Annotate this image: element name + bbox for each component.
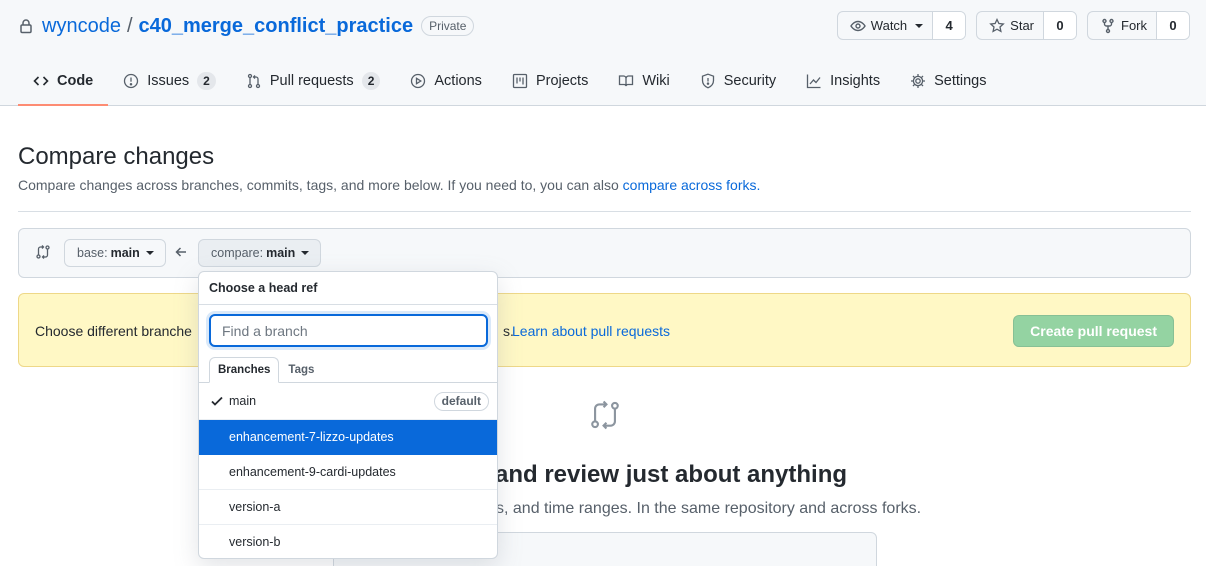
base-prefix: base:	[77, 246, 108, 260]
tab-pull-requests-label: Pull requests	[269, 73, 354, 89]
compare-icon	[35, 244, 51, 260]
range-editor: base: main compare: main	[18, 228, 1191, 278]
compare-prefix: compare:	[211, 246, 264, 260]
tab-issues[interactable]: Issues 2	[108, 57, 231, 105]
page-title: Compare changes	[18, 143, 215, 170]
issues-counter: 2	[197, 72, 216, 90]
check-icon	[210, 394, 224, 408]
fork-count[interactable]: 0	[1157, 12, 1189, 39]
flash-notice: Choose different branche s. Learn about …	[18, 293, 1191, 367]
learn-pull-requests-link[interactable]: Learn about pull requests	[512, 323, 670, 339]
chevron-down-icon	[145, 251, 154, 255]
eye-icon	[849, 18, 866, 34]
head-ref-menu: Choose a head ref Branches Tags main def…	[198, 271, 498, 559]
repo-owner-link[interactable]: wyncode	[42, 15, 121, 38]
page-subtitle-text: Compare changes across branches, commits…	[18, 177, 623, 193]
watch-count[interactable]: 4	[933, 12, 966, 39]
base-value: main	[110, 246, 140, 260]
menu-tabs: Branches Tags	[199, 356, 497, 383]
page-subtitle: Compare changes across branches, commits…	[18, 177, 760, 193]
repo-name-link[interactable]: c40_merge_conflict_practice	[139, 15, 414, 38]
issue-icon	[123, 73, 139, 89]
branch-name: version-b	[229, 535, 281, 549]
flash-text: Choose different branche	[35, 323, 192, 339]
tab-issues-label: Issues	[147, 73, 190, 89]
graph-icon	[806, 73, 822, 89]
play-icon	[410, 73, 426, 89]
pull-request-icon	[246, 73, 262, 89]
fork-icon	[1100, 18, 1116, 34]
tab-projects-label: Projects	[535, 73, 589, 89]
tab-insights[interactable]: Insights	[791, 57, 895, 105]
base-branch-button[interactable]: base: main	[64, 239, 166, 267]
compare-value: main	[266, 246, 296, 260]
star-button[interactable]: Star	[977, 12, 1044, 39]
gear-icon	[910, 73, 926, 89]
branch-list: main default enhancement-7-lizzo-updates…	[199, 383, 497, 558]
watch-button-group: Watch 4	[836, 11, 967, 40]
tab-tags[interactable]: Tags	[279, 357, 323, 383]
menu-filter	[199, 305, 497, 356]
pull-requests-counter: 2	[361, 72, 381, 90]
branch-name: main	[229, 394, 257, 408]
blankslate-text: s, and time ranges. In the same reposito…	[496, 500, 922, 517]
tab-branches[interactable]: Branches	[209, 357, 280, 383]
default-badge: default	[433, 392, 489, 411]
chevron-down-icon	[301, 251, 310, 255]
branch-item-version-a[interactable]: version-a	[199, 490, 497, 525]
tab-code[interactable]: Code	[18, 57, 109, 106]
tab-security[interactable]: Security	[685, 57, 791, 105]
star-button-group: Star 0	[976, 11, 1077, 40]
watch-label: Watch	[870, 18, 908, 33]
tab-actions-label: Actions	[434, 73, 482, 89]
tab-insights-label: Insights	[830, 73, 881, 89]
book-icon	[618, 73, 634, 89]
tab-pull-requests[interactable]: Pull requests 2	[231, 57, 396, 105]
create-pull-request-button[interactable]: Create pull request	[1013, 315, 1174, 347]
compare-forks-link[interactable]: compare across forks.	[623, 177, 761, 193]
arrow-left-icon	[174, 245, 188, 259]
tab-code-label: Code	[57, 73, 94, 89]
branch-item-version-b[interactable]: version-b	[199, 525, 497, 558]
branch-item-main[interactable]: main default	[199, 383, 497, 420]
repo-separator: /	[126, 14, 133, 37]
fork-button-group: Fork 0	[1087, 11, 1190, 40]
repo-title: wyncode / c40_merge_conflict_practice Pr…	[18, 13, 475, 39]
tab-wiki[interactable]: Wiki	[603, 57, 684, 105]
star-icon	[989, 17, 1005, 34]
tab-settings[interactable]: Settings	[895, 57, 1001, 105]
compare-branch-button[interactable]: compare: main	[198, 239, 322, 267]
star-count[interactable]: 0	[1044, 12, 1076, 39]
fork-label: Fork	[1121, 18, 1147, 33]
branch-item-enhancement-9[interactable]: enhancement-9-cardi-updates	[199, 455, 497, 490]
repo-actions: Watch 4 Star 0 Fork 0	[836, 11, 1190, 40]
tab-wiki-label: Wiki	[642, 73, 670, 89]
code-icon	[33, 73, 49, 89]
shield-icon	[700, 73, 716, 89]
branch-item-enhancement-7[interactable]: enhancement-7-lizzo-updates	[199, 420, 497, 455]
star-label: Star	[1010, 18, 1034, 33]
compare-icon	[588, 398, 622, 432]
tab-actions[interactable]: Actions	[395, 57, 497, 105]
tab-projects[interactable]: Projects	[497, 57, 603, 105]
chevron-down-icon	[915, 23, 924, 28]
branch-filter-input[interactable]	[209, 314, 488, 347]
watch-button[interactable]: Watch	[838, 12, 934, 39]
branch-name: version-a	[229, 500, 281, 514]
repo-header: wyncode / c40_merge_conflict_practice Pr…	[0, 0, 1206, 106]
tab-settings-label: Settings	[934, 73, 987, 89]
branch-name: enhancement-7-lizzo-updates	[229, 430, 394, 444]
blankslate-title: and review just about anything	[495, 461, 848, 488]
lock-icon	[18, 18, 34, 34]
tab-security-label: Security	[723, 73, 777, 89]
branch-name: enhancement-9-cardi-updates	[229, 465, 396, 479]
project-icon	[512, 73, 528, 89]
fork-button[interactable]: Fork	[1088, 12, 1157, 39]
repo-nav: Code Issues 2 Pull requests 2 Actions Pr…	[18, 57, 1002, 106]
divider	[18, 211, 1191, 212]
visibility-badge: Private	[421, 16, 475, 36]
menu-header: Choose a head ref	[199, 272, 497, 305]
